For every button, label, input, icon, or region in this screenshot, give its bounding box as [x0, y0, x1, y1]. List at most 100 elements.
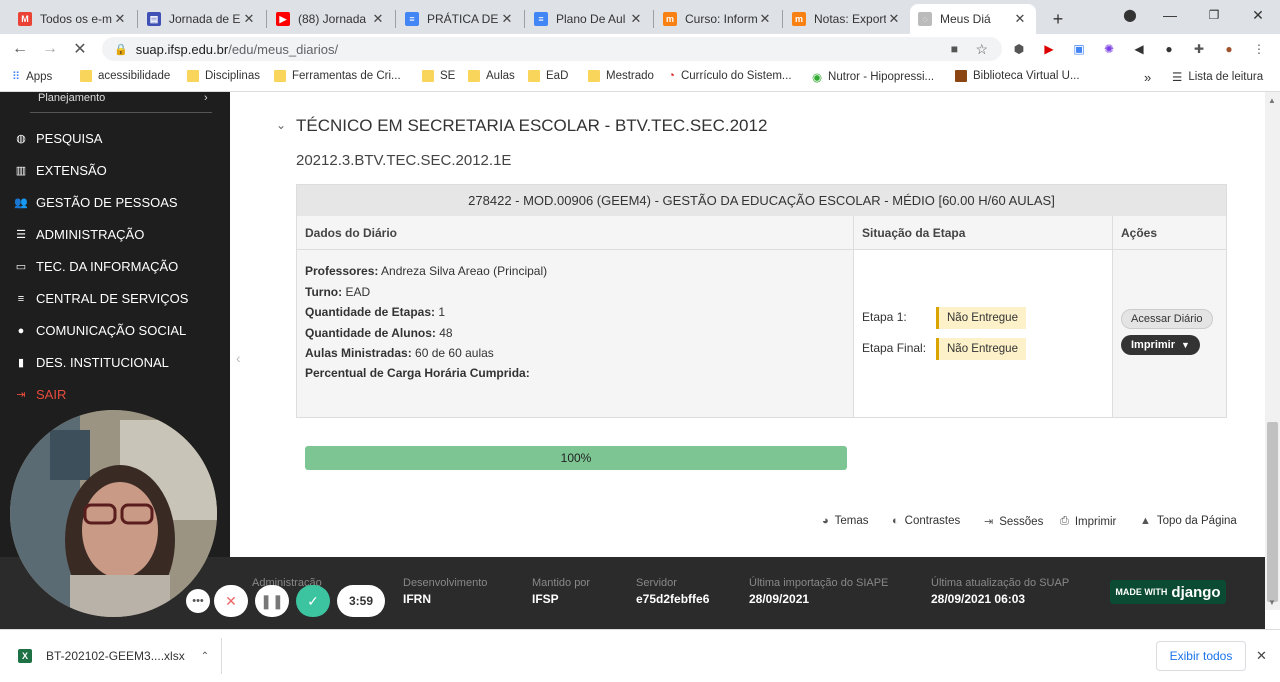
puzzle-icon[interactable]: ✚ — [1190, 40, 1208, 58]
profile-avatar-icon[interactable]: ● — [1220, 40, 1238, 58]
tab-1[interactable]: M Todos os e-m ✕ — [10, 4, 136, 34]
close-tab-icon[interactable]: ✕ — [886, 11, 902, 27]
folder-icon — [274, 70, 286, 82]
stop-loading-button[interactable]: ✕ — [68, 38, 92, 60]
profile-menu-icon[interactable]: ⬤ — [1108, 0, 1152, 30]
bookmark-star-icon[interactable]: ☆ — [975, 41, 988, 58]
minimize-button[interactable]: — — [1148, 0, 1192, 30]
bookmark-11[interactable]: Biblioteca Virtual U... — [955, 70, 1080, 82]
close-tab-icon[interactable]: ✕ — [499, 11, 515, 27]
back-button[interactable]: ← — [8, 38, 32, 60]
new-tab-button[interactable]: + — [1044, 4, 1072, 34]
footer-link-sess-es[interactable]: ⇥ Sessões — [984, 515, 1043, 529]
sidebar-item-tec-da-informa-o[interactable]: ▭ TEC. DA INFORMAÇÃO — [14, 259, 179, 274]
sidebar-item-central-de-servi-os[interactable]: ≡ CENTRAL DE SERVIÇOS — [14, 291, 189, 306]
bookmark-9[interactable]: ◔ Currículo do Sistem... — [668, 70, 792, 82]
finish-recording-button[interactable]: ✓ — [296, 585, 330, 617]
col-header-data: Dados do Diário — [297, 216, 854, 250]
camera-icon[interactable]: ■ — [951, 42, 958, 56]
bookmark-1[interactable]: ⠿ Apps — [12, 70, 52, 84]
sidebar-item-des-institucional[interactable]: ▮ DES. INSTITUCIONAL — [14, 355, 169, 370]
close-tab-icon[interactable]: ✕ — [112, 11, 128, 27]
close-tab-icon[interactable]: ✕ — [757, 11, 773, 27]
sidebar-item-pesquisa[interactable]: ◍ PESQUISA — [14, 131, 102, 146]
youtube-extension-icon[interactable]: ▶ — [1040, 40, 1058, 58]
bookmark-10[interactable]: ◉ Nutror - Hipopressi... — [812, 70, 934, 84]
tab-8[interactable]: ◌ Meus Diá ✕ — [910, 4, 1036, 34]
extension-icon[interactable]: ⬢ — [1010, 40, 1028, 58]
pause-recording-button[interactable]: ❚❚ — [255, 585, 289, 617]
nutror-icon: ◉ — [812, 72, 823, 84]
sidebar-item-gest-o-de-pessoas[interactable]: 👥 GESTÃO DE PESSOAS — [14, 195, 177, 210]
close-tab-icon[interactable]: ✕ — [628, 11, 644, 27]
scroll-down-icon[interactable]: ▼ — [1268, 598, 1276, 607]
access-diary-button[interactable]: Acessar Diário — [1121, 309, 1213, 329]
close-download-bar-icon[interactable]: ✕ — [1256, 648, 1267, 664]
tab-2[interactable]: ▤ Jornada de Es ✕ — [139, 4, 265, 34]
scrollbar-thumb[interactable] — [1267, 422, 1278, 602]
collapse-arrow-icon[interactable]: ‹ — [236, 350, 241, 366]
sidebar-item-administra-o[interactable]: ☰ ADMINISTRAÇÃO — [14, 227, 144, 242]
users-icon: 👥 — [14, 197, 28, 209]
bookmark-3[interactable]: Disciplinas — [187, 70, 260, 82]
tab-5[interactable]: ≡ Plano De Aul ✕ — [526, 4, 652, 34]
tab-separator — [395, 10, 396, 28]
address-bar[interactable]: 🔒 suap.ifsp.edu.br/edu/meus_diarios/ ■ ☆ — [102, 37, 1002, 61]
reading-list-icon: ☰ — [1172, 72, 1183, 84]
bookmark-7[interactable]: EaD — [528, 70, 568, 82]
recording-timer: 3:59 — [337, 585, 385, 617]
restore-button[interactable]: ❐ — [1192, 0, 1236, 30]
bookmark-6[interactable]: Aulas — [468, 70, 515, 82]
screenshot-extension-icon[interactable]: ▣ — [1070, 40, 1088, 58]
close-tab-icon[interactable]: ✕ — [370, 11, 386, 27]
menu-kebab-icon[interactable]: ⋮ — [1250, 40, 1268, 58]
cancel-recording-button[interactable]: ✕ — [214, 585, 248, 617]
sidebar-item-comunica-o-social[interactable]: ● COMUNICAÇÃO SOCIAL — [14, 323, 187, 338]
more-bookmarks-icon[interactable]: » — [1144, 70, 1151, 85]
close-window-button[interactable]: ✕ — [1236, 0, 1280, 30]
people-extension-icon[interactable]: ● — [1160, 40, 1178, 58]
more-options-button[interactable]: ••• — [186, 589, 210, 613]
tab-7[interactable]: m Notas: Export ✕ — [784, 4, 910, 34]
audio-extension-icon[interactable]: ◀ — [1130, 40, 1148, 58]
bookmark-8[interactable]: Mestrado — [588, 70, 654, 82]
footer-link-imprimir[interactable]: ⎙ Imprimir — [1060, 515, 1116, 528]
footer-link-temas[interactable]: ◕ Temas — [822, 515, 869, 527]
bookmark-2[interactable]: acessibilidade — [80, 70, 170, 82]
library-icon — [955, 70, 967, 82]
close-tab-icon[interactable]: ✕ — [241, 11, 257, 27]
tab-title: Jornada de Es — [169, 12, 241, 26]
footer-link-topo-da-p-gina[interactable]: ▲ Topo da Página — [1140, 515, 1237, 527]
download-item[interactable]: X BT-202102-GEEM3....xlsx ⌃ — [18, 649, 209, 663]
page-scrollbar[interactable]: ▲ ▼ — [1265, 92, 1280, 610]
tab-4[interactable]: ≡ PRÁTICA DE E✕ — [397, 4, 523, 34]
show-all-downloads-button[interactable]: Exibir todos — [1156, 641, 1246, 671]
forward-button[interactable]: → — [38, 38, 62, 60]
bookmark-5[interactable]: SE — [422, 70, 455, 82]
chevron-down-icon[interactable]: ⌄ — [276, 118, 286, 132]
download-separator — [221, 638, 222, 674]
footer-info: Mantido por IFSP — [532, 577, 591, 606]
workload-progress-bar: 100% — [305, 446, 847, 470]
close-tab-icon[interactable]: ✕ — [1012, 11, 1028, 27]
sidebar-item-extens-o[interactable]: ▥ EXTENSÃO — [14, 163, 107, 178]
bookmark-4[interactable]: Ferramentas de Cri... — [274, 70, 401, 82]
docs-icon: ≡ — [405, 12, 419, 26]
caret-down-icon: ▼ — [1181, 340, 1190, 350]
folder-icon — [422, 70, 434, 82]
footer-link-contrastes[interactable]: ◐ Contrastes — [892, 515, 960, 527]
scroll-up-icon[interactable]: ▲ — [1268, 96, 1276, 105]
tab-3[interactable]: ▶ (88) Jornada ✕ — [268, 4, 394, 34]
moodle-icon: m — [663, 12, 677, 26]
chevron-up-icon[interactable]: ⌃ — [201, 651, 209, 662]
color-extension-icon[interactable]: ✺ — [1100, 40, 1118, 58]
comment-icon: ● — [17, 324, 25, 337]
course-title: TÉCNICO EM SECRETARIA ESCOLAR - BTV.TEC.… — [296, 116, 768, 135]
reading-list[interactable]: ☰ Lista de leitura — [1172, 70, 1263, 84]
made-with-django-badge[interactable]: MADE WITH django — [1110, 580, 1226, 604]
tab-6[interactable]: m Curso: Inform ✕ — [655, 4, 781, 34]
sidebar-item-planejamento[interactable]: Planejamento — [38, 92, 105, 104]
print-dropdown-button[interactable]: Imprimir ▼ — [1121, 335, 1200, 355]
sidebar-item-sair[interactable]: ⇥ SAIR — [14, 387, 66, 402]
webcam-overlay — [10, 410, 217, 617]
